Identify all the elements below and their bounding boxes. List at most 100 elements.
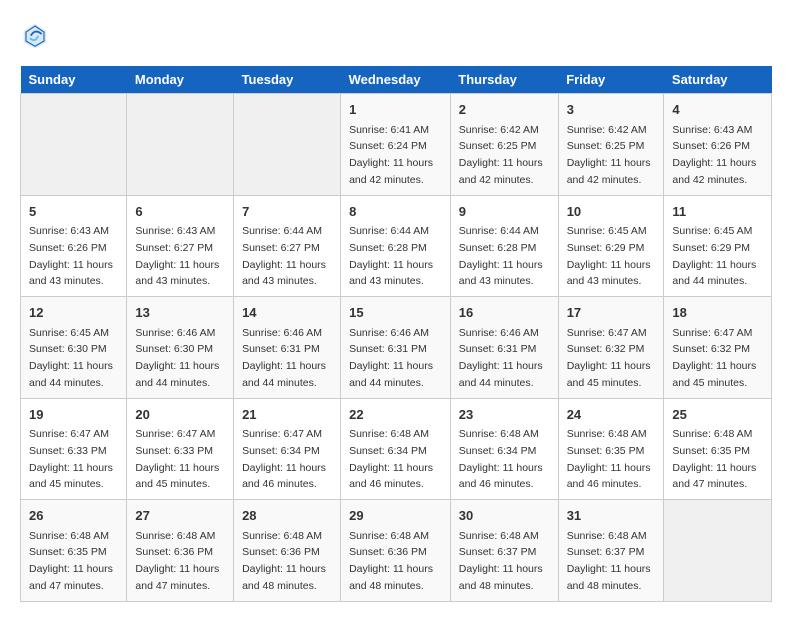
day-info: Sunrise: 6:47 AM Sunset: 6:32 PM Dayligh…	[672, 327, 756, 389]
day-number: 3	[567, 100, 656, 120]
calendar-cell: 9 Sunrise: 6:44 AM Sunset: 6:28 PM Daylig…	[450, 195, 558, 297]
calendar-cell: 27 Sunrise: 6:48 AM Sunset: 6:36 PM Dayli…	[127, 500, 234, 602]
calendar-cell: 30 Sunrise: 6:48 AM Sunset: 6:37 PM Dayli…	[450, 500, 558, 602]
calendar-cell: 17 Sunrise: 6:47 AM Sunset: 6:32 PM Dayli…	[558, 297, 664, 399]
day-number: 5	[29, 202, 118, 222]
day-info: Sunrise: 6:48 AM Sunset: 6:37 PM Dayligh…	[459, 530, 543, 592]
calendar-cell: 4 Sunrise: 6:43 AM Sunset: 6:26 PM Daylig…	[664, 94, 772, 196]
header-saturday: Saturday	[664, 66, 772, 94]
calendar-cell: 28Sunrise: 6:48 AM Sunset: 6:36 PM Dayli…	[234, 500, 341, 602]
day-info: Sunrise: 6:45 AM Sunset: 6:30 PM Dayligh…	[29, 327, 113, 389]
calendar-cell: 31 Sunrise: 6:48 AM Sunset: 6:37 PM Dayli…	[558, 500, 664, 602]
page-header	[20, 20, 772, 50]
day-number: 29	[349, 506, 442, 526]
calendar-cell: 29 Sunrise: 6:48 AM Sunset: 6:36 PM Dayli…	[341, 500, 451, 602]
calendar-cell: 25 Sunrise: 6:48 AM Sunset: 6:35 PM Dayli…	[664, 398, 772, 500]
day-info: Sunrise: 6:47 AM Sunset: 6:34 PM Dayligh…	[242, 428, 326, 490]
calendar-cell: 24 Sunrise: 6:48 AM Sunset: 6:35 PM Dayli…	[558, 398, 664, 500]
day-info: Sunrise: 6:47 AM Sunset: 6:33 PM Dayligh…	[135, 428, 219, 490]
day-info: Sunrise: 6:44 AM Sunset: 6:28 PM Dayligh…	[459, 225, 543, 287]
calendar-cell: 13Sunrise: 6:46 AM Sunset: 6:30 PM Dayli…	[127, 297, 234, 399]
logo-icon	[20, 20, 50, 50]
day-info: Sunrise: 6:41 AM Sunset: 6:24 PM Dayligh…	[349, 124, 433, 186]
header-wednesday: Wednesday	[341, 66, 451, 94]
calendar-cell: 1 Sunrise: 6:41 AM Sunset: 6:24 PM Daylig…	[341, 94, 451, 196]
day-info: Sunrise: 6:48 AM Sunset: 6:35 PM Dayligh…	[672, 428, 756, 490]
day-number: 11	[672, 202, 763, 222]
calendar-cell: 8 Sunrise: 6:44 AM Sunset: 6:28 PM Daylig…	[341, 195, 451, 297]
day-info: Sunrise: 6:48 AM Sunset: 6:37 PM Dayligh…	[567, 530, 651, 592]
calendar-week-2: 5 Sunrise: 6:43 AM Sunset: 6:26 PM Daylig…	[21, 195, 772, 297]
day-number: 23	[459, 405, 550, 425]
calendar-week-1: 1 Sunrise: 6:41 AM Sunset: 6:24 PM Daylig…	[21, 94, 772, 196]
day-number: 10	[567, 202, 656, 222]
day-number: 7	[242, 202, 332, 222]
day-info: Sunrise: 6:48 AM Sunset: 6:35 PM Dayligh…	[29, 530, 113, 592]
calendar-cell: 11 Sunrise: 6:45 AM Sunset: 6:29 PM Dayli…	[664, 195, 772, 297]
calendar-cell: 10 Sunrise: 6:45 AM Sunset: 6:29 PM Dayli…	[558, 195, 664, 297]
calendar-cell: 18 Sunrise: 6:47 AM Sunset: 6:32 PM Dayli…	[664, 297, 772, 399]
day-number: 24	[567, 405, 656, 425]
day-info: Sunrise: 6:47 AM Sunset: 6:33 PM Dayligh…	[29, 428, 113, 490]
day-number: 31	[567, 506, 656, 526]
calendar-cell: 19 Sunrise: 6:47 AM Sunset: 6:33 PM Dayli…	[21, 398, 127, 500]
day-info: Sunrise: 6:42 AM Sunset: 6:25 PM Dayligh…	[567, 124, 651, 186]
day-info: Sunrise: 6:44 AM Sunset: 6:28 PM Dayligh…	[349, 225, 433, 287]
day-number: 1	[349, 100, 442, 120]
day-number: 21	[242, 405, 332, 425]
calendar-week-4: 19 Sunrise: 6:47 AM Sunset: 6:33 PM Dayli…	[21, 398, 772, 500]
calendar-cell: 26 Sunrise: 6:48 AM Sunset: 6:35 PM Dayli…	[21, 500, 127, 602]
day-number: 4	[672, 100, 763, 120]
day-info: Sunrise: 6:46 AM Sunset: 6:30 PM Dayligh…	[135, 327, 219, 389]
day-number: 14	[242, 303, 332, 323]
day-info: Sunrise: 6:43 AM Sunset: 6:26 PM Dayligh…	[672, 124, 756, 186]
calendar-cell: 12 Sunrise: 6:45 AM Sunset: 6:30 PM Dayli…	[21, 297, 127, 399]
day-info: Sunrise: 6:48 AM Sunset: 6:36 PM Dayligh…	[242, 530, 326, 592]
day-number: 16	[459, 303, 550, 323]
day-info: Sunrise: 6:48 AM Sunset: 6:34 PM Dayligh…	[349, 428, 433, 490]
day-number: 25	[672, 405, 763, 425]
calendar-cell: 23 Sunrise: 6:48 AM Sunset: 6:34 PM Dayli…	[450, 398, 558, 500]
calendar-cell: 6Sunrise: 6:43 AM Sunset: 6:27 PM Daylig…	[127, 195, 234, 297]
calendar-cell: 21 Sunrise: 6:47 AM Sunset: 6:34 PM Dayli…	[234, 398, 341, 500]
header-friday: Friday	[558, 66, 664, 94]
day-number: 15	[349, 303, 442, 323]
day-number: 8	[349, 202, 442, 222]
day-number: 19	[29, 405, 118, 425]
day-number: 18	[672, 303, 763, 323]
day-number: 2	[459, 100, 550, 120]
day-number: 20	[135, 405, 225, 425]
day-info: Sunrise: 6:43 AM Sunset: 6:27 PM Dayligh…	[135, 225, 219, 287]
day-info: Sunrise: 6:47 AM Sunset: 6:32 PM Dayligh…	[567, 327, 651, 389]
day-info: Sunrise: 6:42 AM Sunset: 6:25 PM Dayligh…	[459, 124, 543, 186]
day-info: Sunrise: 6:43 AM Sunset: 6:26 PM Dayligh…	[29, 225, 113, 287]
day-number: 30	[459, 506, 550, 526]
calendar-week-5: 26 Sunrise: 6:48 AM Sunset: 6:35 PM Dayli…	[21, 500, 772, 602]
day-number: 22	[349, 405, 442, 425]
day-info: Sunrise: 6:48 AM Sunset: 6:35 PM Dayligh…	[567, 428, 651, 490]
calendar-cell: 15 Sunrise: 6:46 AM Sunset: 6:31 PM Dayli…	[341, 297, 451, 399]
calendar-cell: 7 Sunrise: 6:44 AM Sunset: 6:27 PM Daylig…	[234, 195, 341, 297]
day-number: 26	[29, 506, 118, 526]
day-info: Sunrise: 6:45 AM Sunset: 6:29 PM Dayligh…	[567, 225, 651, 287]
day-number: 9	[459, 202, 550, 222]
day-info: Sunrise: 6:44 AM Sunset: 6:27 PM Dayligh…	[242, 225, 326, 287]
calendar-cell	[234, 94, 341, 196]
day-info: Sunrise: 6:46 AM Sunset: 6:31 PM Dayligh…	[349, 327, 433, 389]
calendar-cell: 2 Sunrise: 6:42 AM Sunset: 6:25 PM Daylig…	[450, 94, 558, 196]
day-info: Sunrise: 6:48 AM Sunset: 6:36 PM Dayligh…	[135, 530, 219, 592]
day-info: Sunrise: 6:46 AM Sunset: 6:31 PM Dayligh…	[242, 327, 326, 389]
header-thursday: Thursday	[450, 66, 558, 94]
day-number: 27	[135, 506, 225, 526]
day-number: 12	[29, 303, 118, 323]
day-number: 17	[567, 303, 656, 323]
day-info: Sunrise: 6:48 AM Sunset: 6:36 PM Dayligh…	[349, 530, 433, 592]
calendar-cell: 16Sunrise: 6:46 AM Sunset: 6:31 PM Dayli…	[450, 297, 558, 399]
day-info: Sunrise: 6:45 AM Sunset: 6:29 PM Dayligh…	[672, 225, 756, 287]
calendar-cell	[21, 94, 127, 196]
day-info: Sunrise: 6:48 AM Sunset: 6:34 PM Dayligh…	[459, 428, 543, 490]
calendar-cell	[127, 94, 234, 196]
calendar-cell: 5 Sunrise: 6:43 AM Sunset: 6:26 PM Daylig…	[21, 195, 127, 297]
calendar-table: SundayMondayTuesdayWednesdayThursdayFrid…	[20, 66, 772, 602]
header-monday: Monday	[127, 66, 234, 94]
